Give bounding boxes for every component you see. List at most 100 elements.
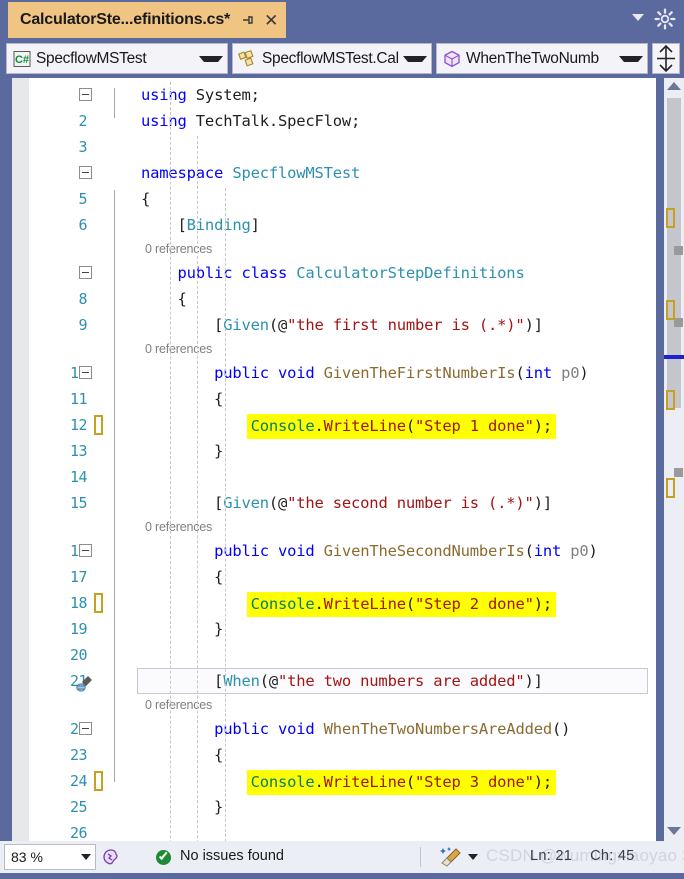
code-line-text: [Binding]: [141, 216, 260, 234]
codelens-references-row[interactable]: 0 references: [29, 238, 684, 260]
gear-icon[interactable]: [654, 8, 676, 30]
type-dropdown[interactable]: SpecflowMSTest.Cal: [232, 43, 432, 74]
collapse-region-icon[interactable]: [79, 88, 92, 101]
code-line-row[interactable]: 12 Console.WriteLine("Step 1 done");: [29, 412, 684, 439]
scroll-down-arrow-icon[interactable]: [667, 827, 681, 835]
pin-icon[interactable]: [240, 12, 256, 28]
code-line-row[interactable]: 19 }: [29, 616, 684, 642]
code-line-row[interactable]: 10 public void GivenTheFirstNumberIs(int…: [29, 360, 684, 386]
zoom-level-value: 83 %: [11, 849, 43, 865]
code-line-row[interactable]: 2 using TechTalk.SpecFlow;: [29, 108, 684, 134]
code-line-text: Console.WriteLine("Step 1 done");: [141, 414, 640, 439]
navigation-bar: C# SpecflowMSTest SpecflowMSTest.Cal Whe…: [0, 40, 684, 78]
bookmark-marker-icon[interactable]: [666, 478, 675, 498]
bookmark-marker-icon[interactable]: [94, 415, 103, 435]
member-dropdown[interactable]: WhenTheTwoNumb: [436, 43, 648, 74]
code-line-row[interactable]: 15 [Given(@"the second number is (.*)")]: [29, 490, 684, 516]
svg-text:C#: C#: [15, 54, 29, 66]
bookmark-marker-icon[interactable]: [94, 593, 103, 613]
outlining-bar: [114, 88, 115, 118]
code-line-text: {: [141, 290, 187, 308]
codelens-references-row[interactable]: 0 references: [29, 338, 684, 360]
bookmark-marker-icon[interactable]: [666, 208, 675, 228]
codelens-references-row[interactable]: 0 references: [29, 694, 684, 716]
collapse-region-icon[interactable]: [79, 544, 92, 557]
bookmark-marker-icon[interactable]: [94, 771, 103, 791]
line-number: 20: [69, 646, 88, 664]
code-cleanup-broom-icon[interactable]: [440, 846, 464, 868]
bookmark-marker-icon[interactable]: [666, 390, 675, 410]
code-line-row[interactable]: 1using System;: [29, 82, 684, 108]
code-text-area[interactable]: 1using System; 2 using TechTalk.SpecFlow; 3…: [29, 78, 684, 841]
line-number: 24: [69, 772, 88, 790]
code-line-text: using System;: [141, 86, 260, 104]
line-number-status: Ln: 21: [530, 848, 573, 864]
chevron-down-icon[interactable]: [468, 854, 478, 860]
vertical-scrollbar[interactable]: [664, 78, 684, 841]
health-status-text: No issues found: [180, 848, 284, 864]
codelens-references-row[interactable]: 0 references: [29, 516, 684, 538]
zoom-level-dropdown[interactable]: 83 %: [4, 844, 96, 870]
line-number: 25: [69, 798, 88, 816]
intellicode-brain-icon[interactable]: [100, 846, 122, 868]
line-number: 17: [69, 568, 88, 586]
code-editor[interactable]: 1using System; 2 using TechTalk.SpecFlow; 3…: [0, 78, 684, 841]
code-line-row[interactable]: 9 [Given(@"the first number is (.*)")]: [29, 312, 684, 338]
bookmark-marker-icon[interactable]: [666, 300, 675, 320]
code-line-text: namespace SpecflowMSTest: [141, 164, 361, 182]
collapse-region-icon[interactable]: [79, 266, 92, 279]
collapse-region-icon[interactable]: [79, 166, 92, 179]
line-number: 3: [78, 138, 87, 156]
success-check-icon: [156, 850, 171, 865]
class-icon: [238, 49, 258, 69]
line-number: 6: [78, 216, 87, 234]
line-number: 12: [69, 416, 88, 434]
project-dropdown-label: SpecflowMSTest: [36, 49, 147, 67]
code-line-row[interactable]: 24 Console.WriteLine("Step 3 done");: [29, 768, 684, 795]
references-count-text: 0 references: [145, 698, 213, 712]
code-line-row[interactable]: 7 public class CalculatorStepDefinitions: [29, 260, 684, 286]
code-line-row[interactable]: 4namespace SpecflowMSTest: [29, 160, 684, 186]
code-line-row[interactable]: 13 }: [29, 438, 684, 464]
chevron-down-icon[interactable]: [619, 55, 643, 62]
caret-position-marker: [664, 355, 684, 359]
line-number: 9: [78, 316, 87, 334]
chevron-down-icon[interactable]: [199, 55, 223, 62]
line-number: 14: [69, 468, 88, 486]
code-line-row[interactable]: 20: [29, 642, 684, 668]
chevron-down-icon[interactable]: [81, 854, 91, 860]
code-line-row[interactable]: 6 [Binding]: [29, 212, 684, 238]
code-line-row[interactable]: 5{: [29, 186, 684, 212]
chevron-down-icon[interactable]: [632, 14, 644, 21]
code-line-text: Console.WriteLine("Step 3 done");: [141, 770, 640, 795]
code-line-row[interactable]: 3: [29, 134, 684, 160]
code-line-row[interactable]: 16 public void GivenTheSecondNumberIs(in…: [29, 538, 684, 564]
code-line-text: }: [141, 620, 224, 638]
code-line-row[interactable]: 21 [When(@"the two numbers are added")]: [29, 668, 684, 694]
method-icon: [442, 49, 462, 69]
collapse-region-icon[interactable]: [79, 366, 92, 379]
code-line-row[interactable]: 22 public void WhenTheTwoNumbersAreAdded…: [29, 716, 684, 742]
code-line-row[interactable]: 14: [29, 464, 684, 490]
line-number: 5: [78, 190, 87, 208]
code-line-text: public void GivenTheFirstNumberIs(int p0…: [214, 364, 589, 382]
line-number: 15: [69, 494, 88, 512]
project-dropdown[interactable]: C# SpecflowMSTest: [6, 43, 228, 74]
editor-selection-margin[interactable]: [12, 78, 29, 841]
code-line-text: }: [141, 442, 224, 460]
chevron-down-icon[interactable]: [403, 55, 427, 62]
document-tab-calculator-step-definitions[interactable]: CalculatorSte...efinitions.cs* ✕: [8, 2, 287, 38]
code-line-row[interactable]: 26: [29, 820, 684, 841]
collapse-region-icon[interactable]: [79, 722, 92, 735]
code-line-row[interactable]: 23 {: [29, 742, 684, 768]
code-line-row[interactable]: 11 {: [29, 386, 684, 412]
close-icon[interactable]: ✕: [264, 12, 278, 29]
code-line-row[interactable]: 8 {: [29, 286, 684, 312]
code-line-row[interactable]: 18 Console.WriteLine("Step 2 done");: [29, 590, 684, 617]
status-bar: 83 % No issues found CSDN @wumingxiaoyao…: [0, 841, 684, 873]
code-line-row[interactable]: 17 {: [29, 564, 684, 590]
code-line-row[interactable]: 25 }: [29, 794, 684, 820]
split-window-icon[interactable]: [652, 43, 680, 74]
scroll-up-arrow-icon[interactable]: [667, 82, 681, 90]
scrollbar-change-marker: [674, 246, 683, 255]
